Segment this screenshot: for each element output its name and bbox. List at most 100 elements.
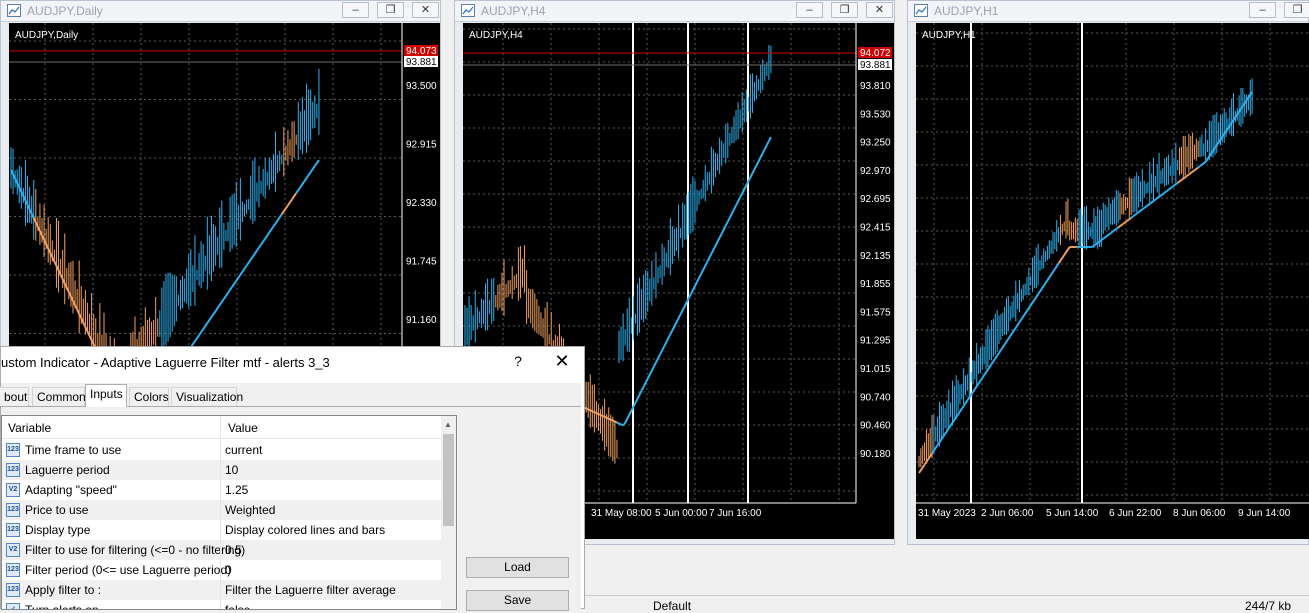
- tab-common[interactable]: Common: [32, 387, 86, 406]
- laguerre-filter-line: [1141, 207, 1145, 211]
- param-type-icon: V2: [6, 483, 20, 497]
- laguerre-filter-line: [659, 349, 664, 355]
- tab-inputs[interactable]: Inputs: [85, 384, 127, 407]
- minimize-button[interactable]: –: [796, 2, 823, 18]
- save-button[interactable]: Save: [466, 590, 569, 611]
- laguerre-filter-line: [1031, 299, 1036, 304]
- minimize-button[interactable]: –: [342, 2, 369, 18]
- grid-row[interactable]: 123 Price to use Weighted: [2, 500, 442, 520]
- inputs-grid[interactable]: Variable Value 123 Time frame to use curre…: [1, 415, 457, 610]
- column-variable[interactable]: Variable: [8, 421, 51, 435]
- tab-about[interactable]: bout: [0, 387, 29, 406]
- tab-colors[interactable]: Colors: [129, 387, 169, 406]
- laguerre-filter-line: [944, 430, 948, 435]
- laguerre-filter-line: [593, 411, 597, 415]
- laguerre-filter-line: [1195, 166, 1199, 170]
- scroll-thumb[interactable]: [443, 434, 454, 526]
- laguerre-filter-line: [229, 286, 233, 291]
- param-value[interactable]: 10: [225, 460, 238, 480]
- x-axis-tick-label: 31 May 2023: [918, 508, 976, 519]
- param-variable: Time frame to use: [25, 443, 122, 457]
- window-titlebar[interactable]: AUDJPY,Daily – ❐ ✕: [1, 1, 440, 22]
- laguerre-filter-line: [1115, 226, 1119, 230]
- laguerre-filter-line: [1003, 341, 1008, 346]
- laguerre-filter-line: [196, 334, 200, 339]
- close-button[interactable]: ✕: [866, 2, 893, 18]
- laguerre-filter-line: [934, 444, 939, 449]
- laguerre-filter-line: [1203, 161, 1207, 165]
- laguerre-filter-line: [687, 293, 692, 299]
- y-axis-tick-label: 91.745: [406, 257, 437, 268]
- laguerre-filter-line: [1063, 251, 1067, 256]
- cell-divider: [220, 520, 221, 540]
- help-button[interactable]: ?: [509, 353, 527, 369]
- param-value[interactable]: Filter the Laguerre filter average: [225, 580, 396, 600]
- param-variable: Laguerre period: [25, 463, 110, 477]
- grid-row[interactable]: V2 Adapting "speed" 1.25: [2, 480, 442, 500]
- laguerre-filter-line: [716, 237, 721, 243]
- price-chart[interactable]: AUDJPY,H1 31 May 2023 2 Jun 06:00 5 Jun 14:…: [916, 23, 1309, 539]
- column-divider[interactable]: [220, 416, 221, 438]
- laguerre-filter-line: [718, 233, 723, 239]
- dialog-close-button[interactable]: ✕: [551, 351, 573, 372]
- laguerre-filter-line: [282, 207, 287, 212]
- laguerre-filter-line: [681, 305, 686, 311]
- restore-button[interactable]: ❐: [377, 2, 404, 18]
- param-value[interactable]: Weighted: [225, 500, 275, 520]
- cell-divider: [220, 580, 221, 600]
- y-axis-tick-label: 93.810: [860, 81, 891, 92]
- param-value[interactable]: Display colored lines and bars: [225, 520, 385, 540]
- grid-scrollbar[interactable]: ▲: [441, 416, 456, 609]
- laguerre-filter-line: [1158, 194, 1162, 198]
- load-button[interactable]: Load: [466, 557, 569, 578]
- param-value[interactable]: 0: [225, 560, 232, 580]
- laguerre-filter-line: [1156, 196, 1160, 200]
- laguerre-filter-line: [1193, 168, 1197, 172]
- laguerre-filter-line: [1184, 175, 1188, 179]
- chart-window-h1[interactable]: AUDJPY,H1 – ❐ AUDJPY,H1 31 May 2023 2 Jun …: [907, 0, 1309, 545]
- laguerre-filter-line: [724, 221, 729, 227]
- laguerre-filter-line: [726, 217, 731, 223]
- grid-row[interactable]: 123 Filter period (0<= use Laguerre perio…: [2, 560, 442, 580]
- status-profile: Default: [653, 599, 692, 613]
- grid-row[interactable]: 123 Apply filter to : Filter the Laguerre …: [2, 580, 442, 600]
- laguerre-filter-line: [673, 321, 678, 327]
- laguerre-filter-line: [1177, 180, 1181, 184]
- tab-visualization[interactable]: Visualization: [171, 387, 243, 406]
- laguerre-filter-line: [1000, 346, 1004, 351]
- laguerre-filter-line: [272, 222, 277, 228]
- grid-row[interactable]: 123 Display type Display colored lines and…: [2, 520, 442, 540]
- indicator-properties-dialog[interactable]: ustom Indicator - Adaptive Laguerre Filt…: [0, 346, 585, 611]
- column-value[interactable]: Value: [228, 421, 258, 435]
- grid-row[interactable]: 123 Time frame to use current: [2, 440, 442, 460]
- y-axis-tick-label: 92.695: [860, 194, 891, 205]
- param-type-icon: 123: [6, 463, 20, 477]
- y-axis-tick-label: 92.915: [406, 140, 437, 151]
- laguerre-filter-line: [761, 148, 766, 154]
- grid-row[interactable]: V2 Filter to use for filtering (<=0 - no …: [2, 540, 442, 560]
- laguerre-filter-line: [256, 247, 260, 252]
- laguerre-filter-line: [1201, 162, 1205, 166]
- window-titlebar[interactable]: AUDJPY,H4 – ❐ ✕: [455, 1, 894, 22]
- x-axis-tick-label: 5 Jun 14:00: [1046, 508, 1099, 519]
- param-type-icon: 123: [6, 503, 20, 517]
- restore-button[interactable]: ❐: [831, 2, 858, 18]
- scroll-up-icon[interactable]: ▲: [444, 420, 452, 429]
- laguerre-filter-line: [293, 192, 298, 197]
- laguerre-filter-line: [297, 186, 302, 191]
- laguerre-filter-line: [289, 198, 293, 203]
- window-titlebar[interactable]: AUDJPY,H1 – ❐: [908, 1, 1309, 22]
- param-value[interactable]: current: [225, 440, 262, 460]
- laguerre-filter-line: [1067, 246, 1071, 251]
- minimize-button[interactable]: –: [1249, 2, 1276, 18]
- restore-button[interactable]: ❐: [1284, 2, 1309, 18]
- laguerre-filter-line: [755, 160, 760, 166]
- param-value[interactable]: 1.25: [225, 480, 248, 500]
- laguerre-filter-line: [983, 371, 987, 376]
- param-value[interactable]: 0.5: [225, 540, 242, 560]
- laguerre-filter-line: [587, 408, 591, 412]
- laguerre-filter-line: [712, 245, 717, 251]
- y-axis-tick-label: 92.330: [406, 198, 437, 209]
- grid-row[interactable]: 123 Laguerre period 10: [2, 460, 442, 480]
- close-button[interactable]: ✕: [412, 2, 439, 18]
